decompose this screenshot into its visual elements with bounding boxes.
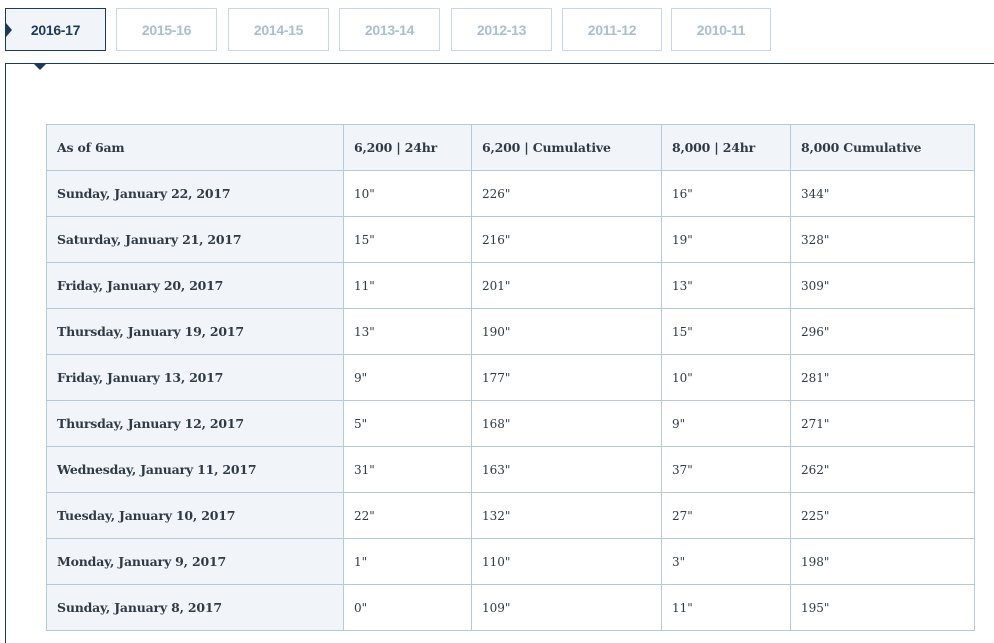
cell-8000-cumulative: 262" [790,446,975,493]
tab-label: 2014-15 [253,21,304,38]
cell-6200-24hr: 5" [343,400,472,447]
cell-8000-cumulative: 195" [790,584,975,631]
row-date: Tuesday, January 10, 2017 [46,492,344,539]
table-row: Monday, January 9, 2017 1" 110" 3" 198" [46,538,975,585]
cell-6200-cumulative: 132" [471,492,662,539]
cell-6200-24hr: 15" [343,216,472,263]
table-row: Thursday, January 19, 2017 13" 190" 15" … [46,308,975,355]
tab-2013-14[interactable]: 2013-14 [339,8,440,51]
cell-6200-cumulative: 201" [471,262,662,309]
tab-label: 2012-13 [476,21,527,38]
table-row: Friday, January 13, 2017 9" 177" 10" 281… [46,354,975,401]
cell-6200-cumulative: 168" [471,400,662,447]
tab-label: 2016-17 [30,21,81,38]
column-header-8000-24hr: 8,000 | 24hr [661,124,791,171]
table-row: Sunday, January 22, 2017 10" 226" 16" 34… [46,170,975,217]
column-header-8000-cumulative: 8,000 Cumulative [790,124,975,171]
panel-caret-icon [33,63,47,70]
cell-8000-24hr: 16" [661,170,791,217]
row-date: Thursday, January 12, 2017 [46,400,344,447]
cell-6200-cumulative: 177" [471,354,662,401]
snowfall-table: As of 6am 6,200 | 24hr 6,200 | Cumulativ… [46,124,975,631]
row-date: Monday, January 9, 2017 [46,538,344,585]
table-row: Wednesday, January 11, 2017 31" 163" 37"… [46,446,975,493]
cell-6200-24hr: 22" [343,492,472,539]
table-row: Thursday, January 12, 2017 5" 168" 9" 27… [46,400,975,447]
cell-8000-cumulative: 281" [790,354,975,401]
column-header-date: As of 6am [46,124,344,171]
cell-6200-cumulative: 110" [471,538,662,585]
column-header-6200-24hr: 6,200 | 24hr [343,124,472,171]
cell-6200-cumulative: 226" [471,170,662,217]
cell-6200-cumulative: 190" [471,308,662,355]
table-row: Tuesday, January 10, 2017 22" 132" 27" 2… [46,492,975,539]
cell-8000-cumulative: 225" [790,492,975,539]
cell-8000-24hr: 13" [661,262,791,309]
cell-6200-24hr: 9" [343,354,472,401]
cell-8000-cumulative: 198" [790,538,975,585]
cell-6200-24hr: 31" [343,446,472,493]
cell-8000-cumulative: 271" [790,400,975,447]
table-header-row: As of 6am 6,200 | 24hr 6,200 | Cumulativ… [46,124,975,171]
column-header-6200-cumulative: 6,200 | Cumulative [471,124,662,171]
cell-6200-24hr: 13" [343,308,472,355]
cell-8000-24hr: 19" [661,216,791,263]
cell-6200-cumulative: 109" [471,584,662,631]
table-row: Sunday, January 8, 2017 0" 109" 11" 195" [46,584,975,631]
table-row: Saturday, January 21, 2017 15" 216" 19" … [46,216,975,263]
row-date: Friday, January 13, 2017 [46,354,344,401]
tab-2011-12[interactable]: 2011-12 [562,8,662,51]
cell-8000-cumulative: 328" [790,216,975,263]
table-row: Friday, January 20, 2017 11" 201" 13" 30… [46,262,975,309]
tab-label: 2015-16 [141,21,192,38]
tab-label: 2013-14 [364,21,415,38]
row-date: Saturday, January 21, 2017 [46,216,344,263]
row-date: Sunday, January 8, 2017 [46,584,344,631]
tab-2012-13[interactable]: 2012-13 [451,8,552,51]
cell-8000-24hr: 3" [661,538,791,585]
cell-6200-24hr: 0" [343,584,472,631]
cell-6200-cumulative: 216" [471,216,662,263]
row-date: Sunday, January 22, 2017 [46,170,344,217]
active-tab-marker-icon [6,23,12,37]
cell-6200-24hr: 11" [343,262,472,309]
cell-8000-24hr: 11" [661,584,791,631]
tab-label: 2010-11 [696,21,746,38]
cell-8000-cumulative: 309" [790,262,975,309]
tab-2010-11[interactable]: 2010-11 [671,8,771,51]
cell-6200-24hr: 1" [343,538,472,585]
row-date: Thursday, January 19, 2017 [46,308,344,355]
tab-label: 2011-12 [587,21,637,38]
cell-6200-cumulative: 163" [471,446,662,493]
row-date: Friday, January 20, 2017 [46,262,344,309]
tab-2016-17[interactable]: 2016-17 [5,8,106,51]
tab-2014-15[interactable]: 2014-15 [228,8,329,51]
cell-8000-24hr: 9" [661,400,791,447]
cell-8000-24hr: 10" [661,354,791,401]
cell-8000-cumulative: 296" [790,308,975,355]
cell-8000-24hr: 37" [661,446,791,493]
cell-8000-24hr: 15" [661,308,791,355]
cell-6200-24hr: 10" [343,170,472,217]
row-date: Wednesday, January 11, 2017 [46,446,344,493]
cell-8000-24hr: 27" [661,492,791,539]
cell-8000-cumulative: 344" [790,170,975,217]
tab-2015-16[interactable]: 2015-16 [116,8,217,51]
